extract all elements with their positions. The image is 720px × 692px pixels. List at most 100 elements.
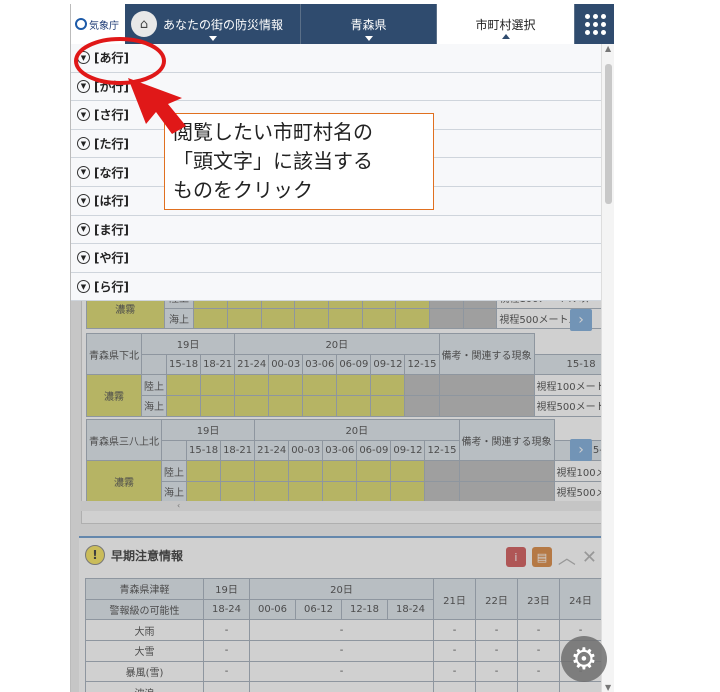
menu-item-label: [は行] — [94, 194, 129, 209]
value-cell: - — [249, 660, 434, 683]
time-slot: 06-09 — [336, 353, 372, 376]
chevron-down-circle-icon: ▼ — [77, 194, 90, 208]
settings-gear-icon[interactable]: ⚙ — [561, 636, 607, 682]
day-header: 22日 — [475, 577, 518, 621]
row-label: 大雪 — [85, 640, 204, 662]
day-header: 20日 — [254, 419, 460, 441]
area-name: 青森県津軽 — [85, 578, 204, 600]
scroll-up-icon[interactable]: ▲ — [605, 44, 611, 53]
callout-line: ものをクリック — [173, 178, 313, 202]
collapse-icon[interactable]: ︿ — [558, 544, 576, 570]
callout-line: 閲覧したい市町村名の — [173, 120, 373, 144]
chevron-up-icon — [501, 34, 510, 39]
chevron-down-circle-icon: ▼ — [77, 137, 90, 151]
chevron-down-icon — [364, 36, 373, 41]
day-header: 23日 — [517, 577, 560, 621]
menu-item-label: [な行] — [94, 165, 129, 180]
browser-page: 気象庁 ⌂ あなたの街の防災情報 青森県 市町村選択 濃霧 陸上 視程100メー… — [70, 4, 614, 692]
chevron-down-circle-icon: ▼ — [77, 51, 90, 65]
menu-item-label: [た行] — [94, 137, 129, 152]
menu-item-ya-row[interactable]: ▼ [や行] — [71, 244, 601, 273]
value-cell: - — [203, 619, 250, 642]
menu-item-ka-row[interactable]: ▼ [か行] — [71, 72, 601, 102]
top-navigation: 気象庁 ⌂ あなたの街の防災情報 青森県 市町村選択 — [71, 4, 614, 44]
close-icon[interactable]: ✕ — [582, 547, 597, 568]
menu-item-ma-row[interactable]: ▼ [ま行] — [71, 215, 601, 245]
warning-icon: ! — [85, 545, 105, 565]
municipality-label: 市町村選択 — [475, 17, 536, 32]
instruction-callout: 閲覧したい市町村名の 「頭文字」に該当する ものをクリック — [164, 113, 434, 210]
grid-icon — [584, 13, 606, 35]
chevron-down-circle-icon: ▼ — [77, 280, 90, 294]
time-slot: 00-03 — [268, 353, 304, 376]
scroll-right-button[interactable]: › — [570, 309, 592, 331]
home-menu-button[interactable]: ⌂ あなたの街の防災情報 — [125, 4, 301, 44]
vertical-scrollbar[interactable]: ▲ ▼ — [601, 44, 614, 692]
time-slot: 06-12 — [295, 598, 342, 621]
chevron-down-circle-icon: ▼ — [77, 222, 90, 236]
remark-header: 備考・関連する現象 — [438, 332, 535, 376]
row-label: 海上 — [163, 307, 195, 330]
day-header: 20日 — [249, 578, 434, 600]
row-label: 陸上 — [161, 460, 187, 483]
chevron-down-circle-icon: ▼ — [77, 79, 90, 93]
day-header: 19日 — [140, 333, 236, 355]
scroll-right-button[interactable]: › — [570, 439, 592, 461]
day-header: 19日 — [160, 419, 256, 441]
callout-line: 「頭文字」に該当する — [173, 149, 373, 173]
jma-logo[interactable]: 気象庁 — [71, 4, 125, 44]
value-cell: - — [517, 660, 560, 683]
day-header: 20日 — [234, 333, 440, 355]
value-cell: - — [517, 640, 560, 662]
day-header: 19日 — [203, 578, 250, 600]
fog-table-sanpachi: 青森県三八上北 19日 20日 備考・関連する現象 15-18 18-21 21… — [86, 418, 614, 503]
menu-item-label: [か行] — [94, 79, 129, 94]
time-slot: 18-24 — [203, 598, 250, 621]
value-cell: - — [433, 640, 476, 662]
prefecture-label: 青森県 — [350, 17, 387, 32]
time-slot: 21-24 — [234, 353, 270, 376]
value-cell: - — [249, 619, 434, 642]
menu-item-label: [さ行] — [94, 108, 129, 123]
row-label: 大雨 — [85, 619, 204, 642]
item-label: 濃霧 — [86, 460, 162, 503]
early-warning-title: 早期注意情報 — [111, 548, 184, 563]
agency-name: 気象庁 — [89, 20, 119, 32]
chevron-down-circle-icon: ▼ — [77, 251, 90, 265]
item-label: 濃霧 — [86, 374, 142, 417]
day-header: 24日 — [559, 577, 602, 621]
scroll-down-icon[interactable]: ▼ — [605, 683, 611, 692]
horizontal-scrollbar[interactable]: ‹ — [81, 501, 603, 511]
fog-table-shimokita: 青森県下北 19日 20日 備考・関連する現象 15-18 18-21 21-2… — [86, 332, 614, 417]
time-slot: 09-12 — [370, 353, 406, 376]
possibility-label: 警報級の可能性 — [85, 598, 204, 621]
time-slot: 18-21 — [200, 353, 236, 376]
row-label: 海上 — [141, 395, 167, 417]
menu-item-a-row[interactable]: ▼ [あ行] — [71, 44, 601, 73]
value-cell: - — [475, 619, 518, 642]
info-icon[interactable]: i — [505, 547, 526, 567]
chevron-down-circle-icon: ▼ — [77, 165, 90, 179]
early-warning-panel: ! 早期注意情報 i ▤ ︿ ✕ 青森県津軽 19日 20日 21日 22日 2… — [79, 536, 603, 692]
time-slot: 12-15 — [424, 439, 460, 462]
menu-item-label: [ら行] — [94, 280, 129, 295]
time-slot: 00-03 — [288, 439, 324, 462]
municipality-select[interactable]: 市町村選択 — [437, 4, 575, 44]
chevron-down-icon — [208, 36, 217, 41]
menu-item-ra-row[interactable]: ▼ [ら行] — [71, 272, 601, 302]
scrollbar-thumb[interactable] — [605, 64, 612, 204]
value-cell: - — [475, 640, 518, 662]
row-label: 波浪 — [85, 681, 204, 692]
menu-item-label: [ま行] — [94, 222, 129, 237]
book-icon[interactable]: ▤ — [531, 547, 552, 567]
time-slot: 03-06 — [302, 353, 338, 376]
menu-item-label: [や行] — [94, 251, 129, 266]
grid-menu-button[interactable] — [575, 4, 614, 44]
time-slot: 12-15 — [404, 353, 440, 376]
fog-forecast-panel: 濃霧 陸上 視程100メートル以 海上 視程500メートル以 青森県下北 19日… — [81, 284, 614, 524]
home-title: あなたの街の防災情報 — [163, 17, 284, 32]
time-slot: 00-06 — [249, 598, 296, 621]
area-name: 青森県三八上北 — [86, 418, 162, 462]
value-cell: - — [203, 660, 250, 683]
prefecture-select[interactable]: 青森県 — [301, 4, 437, 44]
